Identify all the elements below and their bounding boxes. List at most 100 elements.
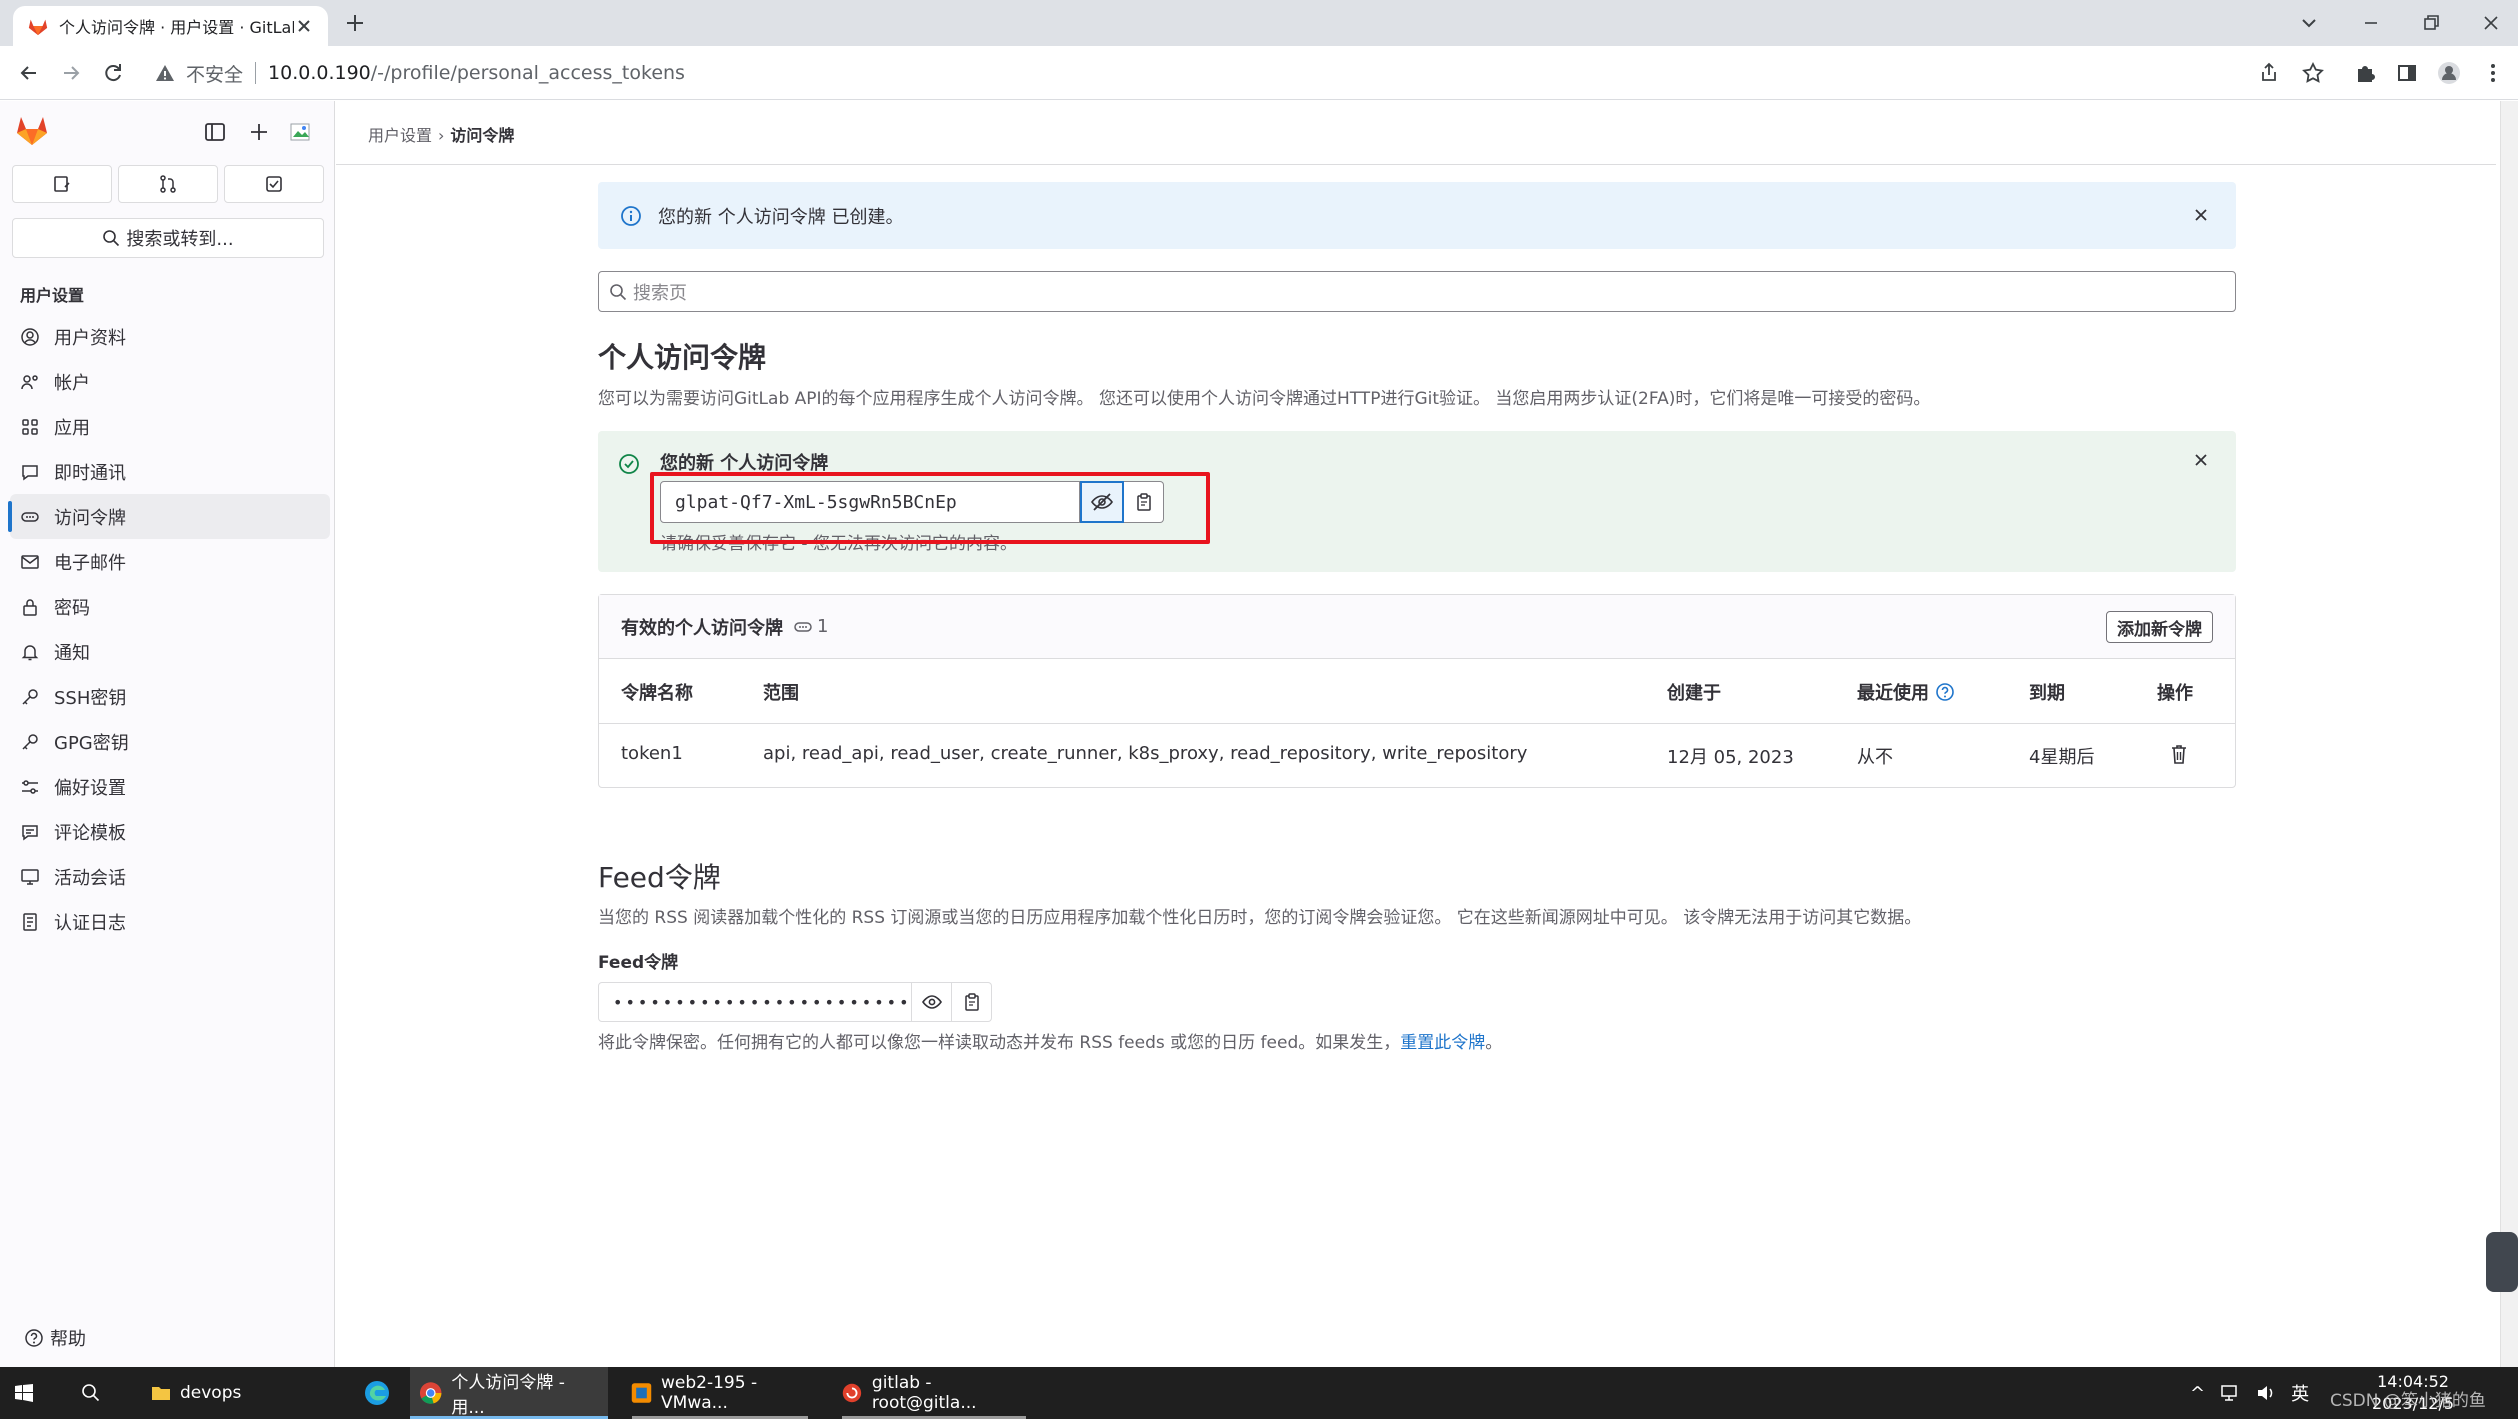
sidebar-item-label: SSH密钥	[54, 687, 127, 709]
token-created-alert: 您的新 个人访问令牌 已创建。	[598, 182, 2236, 249]
taskbar-item-label: gitlab - root@gitla...	[871, 1373, 977, 1413]
feed-token-field-group: ••••••••••••••••••••••••	[598, 982, 992, 1022]
sidebar-item-ssh-keys[interactable]: SSH密钥	[10, 674, 330, 719]
taskbar-item-devops[interactable]: devops	[140, 1367, 251, 1419]
annotation-highlight-box	[650, 472, 1210, 544]
minimize-icon[interactable]	[2358, 10, 2384, 36]
sidebar-item-chat[interactable]: 即时通讯	[10, 449, 330, 494]
search-or-go-button[interactable]: 搜索或转到...	[12, 218, 324, 258]
revoke-trash-icon[interactable]	[2169, 743, 2189, 765]
taskbar-edge[interactable]	[352, 1367, 410, 1419]
alert-text: 您的新 个人访问令牌 已创建。	[658, 206, 904, 228]
address-bar[interactable]: 不安全 10.0.0.190/-/profile/personal_access…	[140, 54, 2300, 92]
page-search-input[interactable]: 搜索页	[598, 271, 2236, 312]
collapse-sidebar-icon[interactable]	[202, 119, 228, 145]
start-button[interactable]	[14, 1367, 42, 1419]
breadcrumb-parent[interactable]: 用户设置	[368, 126, 432, 145]
column-header-last-used[interactable]: 最近使用	[1857, 679, 1955, 705]
search-button[interactable]	[80, 1367, 110, 1419]
close-alert-icon[interactable]	[2190, 449, 2212, 471]
todo-icon	[266, 176, 282, 192]
taskbar-item-vmware[interactable]: web2-195 - VMwa...	[622, 1367, 818, 1419]
column-header-expires[interactable]: 到期	[2029, 679, 2065, 705]
sidebar-item-comment-templates[interactable]: 评论模板	[10, 809, 330, 854]
sidebar-item-access-tokens[interactable]: 访问令牌	[8, 494, 330, 539]
sidebar-item-notifications[interactable]: 通知	[10, 629, 330, 674]
issues-icon	[54, 176, 70, 192]
sidebar-item-active-sessions[interactable]: 活动会话	[10, 854, 330, 899]
taskbar-item-label: devops	[180, 1383, 242, 1403]
sidebar-item-preferences[interactable]: 偏好设置	[10, 764, 330, 809]
sidebar-item-label: 应用	[54, 417, 90, 439]
sidebar-item-applications[interactable]: 应用	[10, 404, 330, 449]
close-tab-icon[interactable]	[294, 16, 314, 36]
sidebar-item-label: 访问令牌	[54, 507, 126, 529]
create-new-icon[interactable]	[246, 119, 272, 145]
taskbar-item-terminal[interactable]: gitlab - root@gitla...	[832, 1367, 1036, 1419]
close-window-icon[interactable]	[2478, 10, 2504, 36]
tray-chevron-icon[interactable]: ^	[2190, 1383, 2205, 1404]
reload-icon[interactable]	[100, 60, 126, 86]
ime-indicator[interactable]: 英	[2291, 1380, 2309, 1406]
warning-icon[interactable]	[154, 62, 176, 84]
column-header-last-used-label: 最近使用	[1857, 683, 1929, 704]
column-header-scopes[interactable]: 范围	[763, 679, 799, 705]
profile-avatar-icon[interactable]	[2436, 60, 2462, 86]
sidebar-item-account[interactable]: 帐户	[10, 359, 330, 404]
check-circle-icon	[619, 454, 639, 474]
reset-token-link[interactable]: 重置此令牌	[1400, 1033, 1485, 1053]
copy-feed-token-button[interactable]	[952, 982, 992, 1022]
vertical-scrollbar[interactable]	[2500, 101, 2518, 1367]
taskbar: devops 个人访问令牌 - 用... web2-195 - VMwa... …	[0, 1367, 2518, 1419]
sidebar-item-gpg-keys[interactable]: GPG密钥	[10, 719, 330, 764]
sidebar-item-label: 活动会话	[54, 867, 126, 889]
browser-tab-bar: 个人访问令牌 · 用户设置 · GitLab	[0, 0, 2518, 46]
issues-button[interactable]	[12, 165, 112, 203]
restore-icon[interactable]	[2418, 10, 2444, 36]
info-icon	[621, 205, 641, 226]
column-header-actions: 操作	[2157, 683, 2193, 704]
browser-menu-icon[interactable]	[2480, 60, 2506, 86]
column-header-name[interactable]: 令牌名称	[621, 679, 693, 705]
bookmark-star-icon[interactable]	[2300, 60, 2326, 86]
sidebar-item-emails[interactable]: 电子邮件	[10, 539, 330, 584]
volume-icon[interactable]	[2255, 1382, 2277, 1404]
todos-button[interactable]	[224, 165, 324, 203]
floating-widget-icon[interactable]	[2486, 1232, 2518, 1292]
taskbar-item-label: 个人访问令牌 - 用...	[451, 1373, 565, 1418]
active-tokens-card: 有效的个人访问令牌 1 添加新令牌 令牌名称 范围 创建于 最近使用 到期 操作…	[598, 594, 2236, 788]
forward-icon[interactable]	[58, 60, 84, 86]
help-icon[interactable]	[1935, 682, 1955, 702]
side-panel-icon[interactable]	[2394, 60, 2420, 86]
page-title: 个人访问令牌	[598, 341, 767, 374]
add-new-token-button[interactable]: 添加新令牌	[2106, 611, 2213, 643]
sidebar-item-password[interactable]: 密码	[10, 584, 330, 629]
column-header-created[interactable]: 创建于	[1667, 679, 1721, 705]
sidebar-item-authentication-log[interactable]: 认证日志	[10, 899, 330, 944]
user-avatar-icon[interactable]	[288, 119, 314, 145]
sidebar-section-title: 用户设置	[20, 286, 85, 305]
help-button[interactable]: 帮助	[24, 1325, 86, 1351]
sidebar-item-profile[interactable]: 用户资料	[10, 314, 330, 359]
token-created: 12月 05, 2023	[1667, 747, 1794, 768]
header-divider	[336, 164, 2496, 165]
breadcrumb-current[interactable]: 访问令牌	[450, 126, 514, 145]
sidebar-item-label: 密码	[54, 597, 90, 619]
show-feed-token-button[interactable]	[912, 982, 952, 1022]
tab-search-icon[interactable]	[2296, 10, 2322, 36]
merge-requests-button[interactable]	[118, 165, 218, 203]
network-icon[interactable]	[2219, 1382, 2241, 1404]
share-icon[interactable]	[2256, 60, 2282, 86]
taskbar-item-chrome[interactable]: 个人访问令牌 - 用...	[410, 1367, 608, 1419]
close-alert-icon[interactable]	[2190, 204, 2212, 226]
back-icon[interactable]	[16, 60, 42, 86]
browser-tab[interactable]: 个人访问令牌 · 用户设置 · GitLab	[13, 6, 328, 46]
gitlab-logo-icon[interactable]	[14, 113, 50, 147]
feed-token-field[interactable]: ••••••••••••••••••••••••	[598, 982, 912, 1022]
extensions-icon[interactable]	[2352, 60, 2378, 86]
token-name: token1	[621, 743, 683, 764]
feed-token-label: Feed令牌	[598, 953, 679, 973]
new-tab-icon[interactable]	[342, 10, 368, 36]
bell-icon	[21, 644, 39, 660]
sidebar-shortcuts	[12, 165, 324, 203]
